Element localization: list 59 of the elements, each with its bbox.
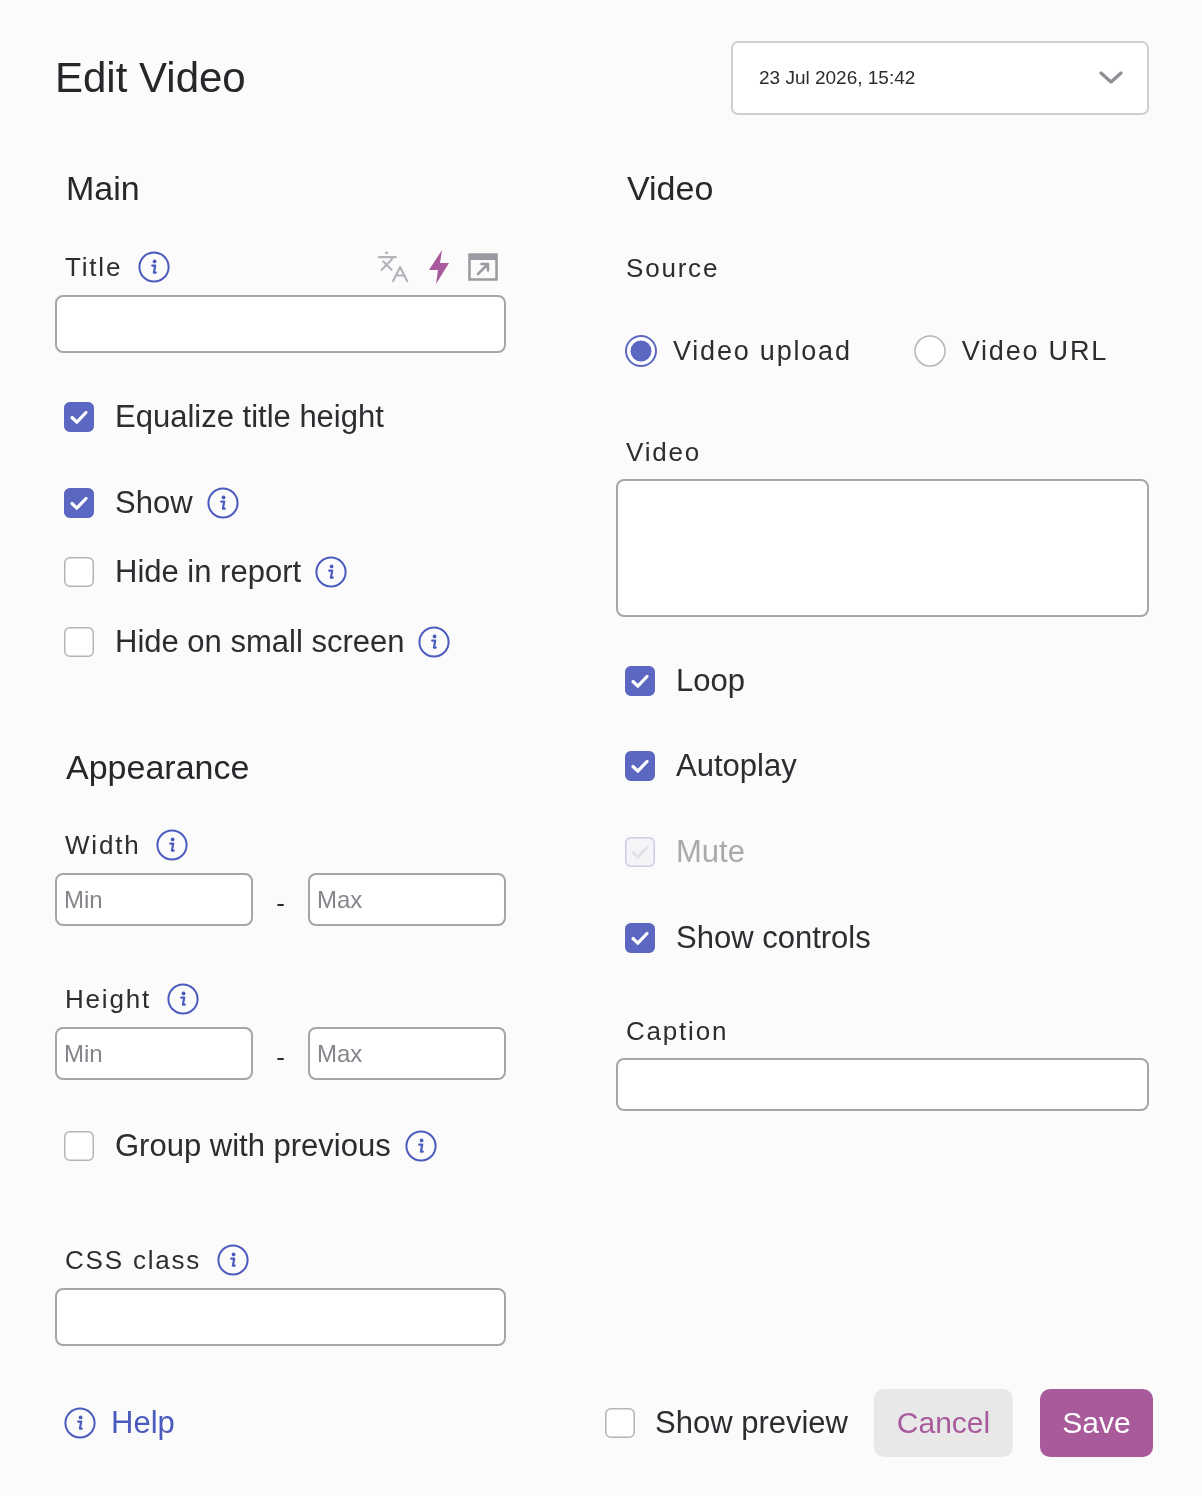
- info-icon[interactable]: [64, 1407, 96, 1439]
- checkbox[interactable]: [625, 666, 655, 696]
- range-separator: -: [275, 886, 286, 918]
- checkbox[interactable]: [64, 402, 94, 432]
- date-select[interactable]: 23 Jul 2026, 15:42: [731, 41, 1149, 115]
- title-input-field[interactable]: [55, 295, 506, 353]
- page-title: Edit Video: [55, 53, 246, 103]
- checkbox-label: Hide on small screen: [115, 624, 405, 660]
- checkbox[interactable]: [64, 627, 94, 657]
- info-icon[interactable]: [166, 983, 199, 1015]
- checkbox-label: Group with previous: [115, 1128, 391, 1164]
- info-icon[interactable]: [315, 556, 348, 588]
- help-link[interactable]: Help: [64, 1405, 175, 1441]
- radio-button[interactable]: [913, 335, 946, 367]
- checkbox-label: Equalize title height: [115, 399, 384, 435]
- radio-label: Video upload: [673, 335, 852, 367]
- info-icon[interactable]: [156, 829, 189, 861]
- field-label: Video: [626, 436, 702, 469]
- field-label: Height: [65, 983, 151, 1016]
- info-icon[interactable]: [217, 1244, 250, 1276]
- checkbox-label: Mute: [676, 834, 745, 870]
- section-heading: Video: [627, 168, 714, 208]
- section-heading: Appearance: [66, 747, 250, 787]
- field-label: Title: [65, 251, 123, 284]
- min-input-field[interactable]: Min: [55, 1027, 253, 1080]
- field-label: Width: [65, 829, 141, 862]
- caption-input-field[interactable]: [616, 1058, 1149, 1111]
- checkbox-label: Show controls: [676, 920, 871, 956]
- video-upload-field[interactable]: [616, 479, 1149, 617]
- cancel-button[interactable]: Cancel: [874, 1389, 1013, 1457]
- checkbox[interactable]: [64, 1131, 94, 1161]
- max-input-field[interactable]: Max: [308, 1027, 506, 1080]
- radio-label: Video URL: [961, 335, 1109, 367]
- min-input-field[interactable]: Min: [55, 873, 253, 926]
- range-separator: -: [275, 1040, 286, 1072]
- save-button[interactable]: Save: [1040, 1389, 1153, 1457]
- chevron-down-icon: [1099, 71, 1123, 85]
- checkbox[interactable]: [625, 923, 655, 953]
- field-label: Caption: [626, 1015, 729, 1048]
- field-label: CSS class: [65, 1244, 202, 1277]
- checkbox[interactable]: [64, 557, 94, 587]
- info-icon[interactable]: [404, 1130, 437, 1162]
- max-input-field[interactable]: Max: [308, 873, 506, 926]
- checkbox-label: Show: [115, 485, 193, 521]
- info-icon[interactable]: [418, 626, 451, 658]
- section-heading: Main: [66, 168, 140, 208]
- checkbox-label: Loop: [676, 663, 745, 699]
- checkbox-label: Show preview: [655, 1405, 848, 1441]
- lightning-icon[interactable]: [428, 250, 450, 284]
- checkbox-label: Hide in report: [115, 554, 302, 590]
- css-class-input-field[interactable]: [55, 1288, 506, 1346]
- checkbox[interactable]: [605, 1408, 635, 1438]
- field-label: Source: [626, 252, 720, 285]
- checkbox[interactable]: [64, 488, 94, 518]
- checkbox-label: Autoplay: [676, 748, 797, 784]
- info-icon[interactable]: [138, 251, 171, 283]
- info-icon[interactable]: [206, 487, 239, 519]
- checkbox[interactable]: [625, 751, 655, 781]
- radio-button[interactable]: [625, 335, 657, 367]
